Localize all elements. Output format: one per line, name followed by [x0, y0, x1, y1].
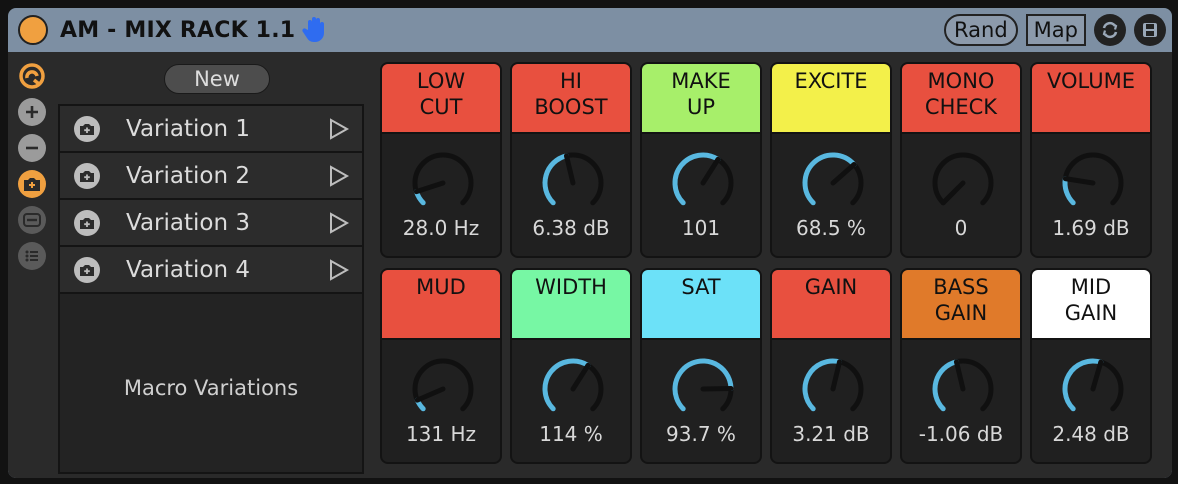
variation-row[interactable]: Variation 2 — [60, 153, 362, 200]
macro-volume: VOLUME 1.69 dB — [1030, 62, 1152, 258]
macro-name: HI BOOST — [512, 64, 630, 134]
variations-panel: Variation 1 Variation 2 Variation 3 Vari… — [58, 104, 364, 474]
macro-mud: MUD 131 Hz — [380, 268, 502, 464]
variation-label: Variation 1 — [126, 115, 250, 142]
macro-knob[interactable] — [408, 148, 478, 218]
macro-name: GAIN — [772, 270, 890, 340]
map-button[interactable]: Map — [1025, 14, 1086, 46]
variation-row[interactable]: Variation 4 — [60, 247, 362, 294]
macro-knob[interactable] — [798, 354, 868, 424]
macro-sat: SAT 93.7 % — [640, 268, 762, 464]
macro-knob[interactable] — [1058, 354, 1128, 424]
macro-name: MID GAIN — [1032, 270, 1150, 340]
macro-name: MONO CHECK — [902, 64, 1020, 134]
macro-value: 114 % — [539, 422, 603, 446]
camera-icon[interactable] — [74, 162, 100, 189]
macro-value: 101 — [681, 216, 721, 240]
macro-value: 2.48 dB — [1052, 422, 1130, 446]
macro-value: 68.5 % — [796, 216, 866, 240]
macro-name: MUD — [382, 270, 500, 340]
camera-icon[interactable] — [18, 170, 46, 198]
plus-icon[interactable] — [18, 98, 46, 126]
list-icon[interactable] — [18, 242, 46, 270]
side-toolbar — [18, 62, 46, 278]
camera-icon[interactable] — [74, 209, 100, 236]
macro-knob[interactable] — [538, 148, 608, 218]
macro-knob[interactable] — [928, 354, 998, 424]
variation-row[interactable]: Variation 1 — [60, 106, 362, 153]
macro-value: -1.06 dB — [918, 422, 1004, 446]
macro-value: 131 Hz — [405, 422, 477, 446]
macro-value: 0 — [954, 216, 968, 240]
macro-knob[interactable] — [668, 148, 738, 218]
rand-button[interactable]: Rand — [944, 14, 1018, 46]
macro-name: SAT — [642, 270, 760, 340]
save-icon[interactable] — [1134, 14, 1166, 46]
macro-knob[interactable] — [1058, 148, 1128, 218]
macro-value: 28.0 Hz — [402, 216, 480, 240]
play-icon[interactable] — [328, 165, 350, 187]
macro-knob[interactable] — [928, 148, 998, 218]
minus-icon[interactable] — [18, 134, 46, 162]
macro-value: 1.69 dB — [1052, 216, 1130, 240]
variation-label: Variation 3 — [126, 209, 250, 236]
variation-row[interactable]: Variation 3 — [60, 200, 362, 247]
macro-knob[interactable] — [538, 354, 608, 424]
refresh-icon[interactable] — [1094, 14, 1126, 46]
device-titlebar: AM - MIX RACK 1.1 Rand Map — [8, 8, 1172, 52]
variation-label: Variation 2 — [126, 162, 250, 189]
title-controls: Rand Map — [944, 14, 1166, 46]
camera-icon[interactable] — [74, 115, 100, 142]
macro-name: BASS GAIN — [902, 270, 1020, 340]
hand-icon[interactable] — [301, 16, 327, 44]
macro-name: EXCITE — [772, 64, 890, 134]
play-icon[interactable] — [328, 259, 350, 281]
macro-value: 6.38 dB — [532, 216, 610, 240]
macro-mono-check: MONO CHECK 0 — [900, 62, 1022, 258]
play-icon[interactable] — [328, 212, 350, 234]
macro-low-cut: LOW CUT 28.0 Hz — [380, 62, 502, 258]
macro-name: MAKE UP — [642, 64, 760, 134]
macro-name: LOW CUT — [382, 64, 500, 134]
power-icon[interactable] — [18, 15, 48, 45]
macro-value: 3.21 dB — [792, 422, 870, 446]
macro-mid-gain: MID GAIN 2.48 dB — [1030, 268, 1152, 464]
play-icon[interactable] — [328, 118, 350, 140]
mix-rack-device: AM - MIX RACK 1.1 Rand Map New Variation… — [8, 8, 1172, 478]
macro-hi-boost: HI BOOST 6.38 dB — [510, 62, 632, 258]
macro-knob[interactable] — [408, 354, 478, 424]
variations-caption: Macro Variations — [123, 376, 299, 400]
camera-icon[interactable] — [74, 256, 100, 283]
new-variation-button[interactable]: New — [164, 64, 270, 94]
macro-value: 93.7 % — [666, 422, 736, 446]
macro-gain: GAIN 3.21 dB — [770, 268, 892, 464]
macro-name: WIDTH — [512, 270, 630, 340]
variation-label: Variation 4 — [126, 256, 250, 283]
minus-box-icon[interactable] — [18, 206, 46, 234]
chain-icon[interactable] — [18, 62, 46, 90]
device-body: New Variation 1 Variation 2 Variation 3 … — [8, 52, 1172, 478]
macro-make-up: MAKE UP 101 — [640, 62, 762, 258]
device-title: AM - MIX RACK 1.1 — [60, 17, 296, 43]
macro-name: VOLUME — [1032, 64, 1150, 134]
macro-bass-gain: BASS GAIN -1.06 dB — [900, 268, 1022, 464]
macro-knob[interactable] — [668, 354, 738, 424]
macro-width: WIDTH 114 % — [510, 268, 632, 464]
macro-knob[interactable] — [798, 148, 868, 218]
macro-excite: EXCITE 68.5 % — [770, 62, 892, 258]
